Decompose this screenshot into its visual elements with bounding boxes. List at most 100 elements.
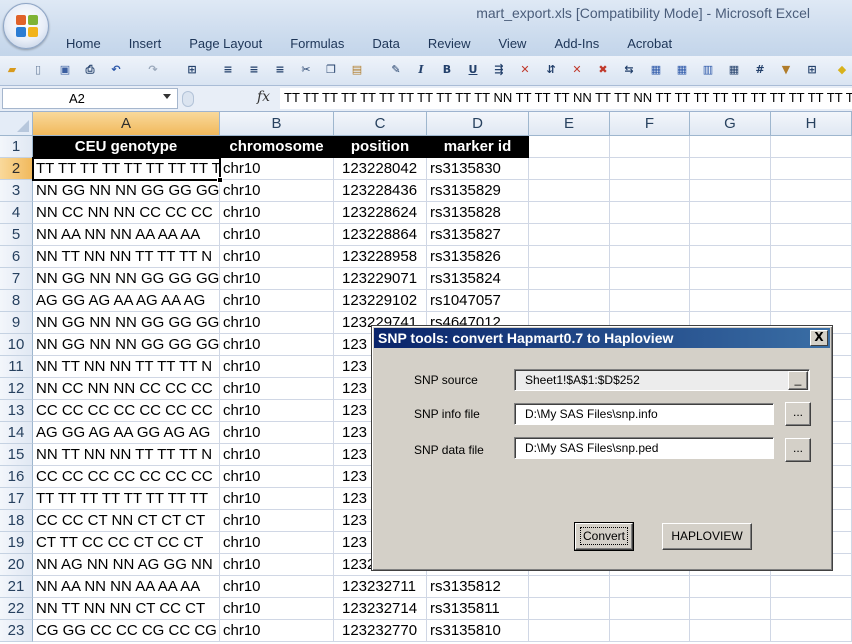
empty-cell[interactable]: [771, 246, 852, 268]
table-cell-genotype[interactable]: NN TT NN NN TT TT TT N: [33, 356, 220, 378]
table-cell-chromosome[interactable]: chr10: [220, 576, 334, 598]
align-right-icon[interactable]: ≡: [272, 62, 288, 78]
copy-icon[interactable]: ❐: [323, 62, 339, 78]
table-cell-position[interactable]: 123228624: [334, 202, 427, 224]
empty-cell[interactable]: [610, 576, 690, 598]
empty-cell[interactable]: [610, 202, 690, 224]
print-preview-icon[interactable]: ⎙: [82, 62, 98, 78]
row-header[interactable]: 22: [0, 598, 33, 620]
empty-cell[interactable]: [690, 202, 771, 224]
autofilter-icon[interactable]: ▼: [778, 62, 794, 78]
open-folder-icon[interactable]: ▰: [4, 62, 20, 78]
empty-cell[interactable]: [690, 246, 771, 268]
row-header[interactable]: 11: [0, 356, 33, 378]
table-cell-chromosome[interactable]: chr10: [220, 202, 334, 224]
new-document-icon[interactable]: ▯: [30, 62, 46, 78]
table-cell-position[interactable]: 123228436: [334, 180, 427, 202]
column-header-b[interactable]: B: [220, 112, 334, 136]
header-cell[interactable]: marker id: [427, 136, 529, 158]
save-icon[interactable]: ▣: [57, 62, 73, 78]
freeze-panes-icon[interactable]: ⊞: [804, 62, 820, 78]
tab-insert[interactable]: Insert: [115, 34, 176, 56]
empty-cell[interactable]: [771, 202, 852, 224]
table-cell-genotype[interactable]: TT TT TT TT TT TT TT TT: [33, 488, 220, 510]
table-cell-genotype[interactable]: NN TT NN NN TT TT TT N: [33, 444, 220, 466]
empty-cell[interactable]: [529, 224, 610, 246]
empty-cell[interactable]: [690, 180, 771, 202]
row-header[interactable]: 20: [0, 554, 33, 576]
empty-cell[interactable]: [690, 268, 771, 290]
table-cell-genotype[interactable]: NN AA NN NN AA AA AA: [33, 224, 220, 246]
name-box[interactable]: A2: [2, 88, 178, 109]
table-cell-genotype[interactable]: NN GG NN NN GG GG GG: [33, 180, 220, 202]
table-cell-genotype[interactable]: AG GG AG AA AG AA AG: [33, 290, 220, 312]
empty-cell[interactable]: [690, 620, 771, 642]
row-header[interactable]: 17: [0, 488, 33, 510]
insert-columns-icon[interactable]: ⇵: [543, 62, 559, 78]
column-header-a[interactable]: A: [33, 112, 220, 136]
table-icon[interactable]: ▦: [674, 62, 690, 78]
table-cell-chromosome[interactable]: chr10: [220, 422, 334, 444]
column-header-g[interactable]: G: [690, 112, 771, 136]
snp-data-file-input[interactable]: D:\My SAS Files\snp.ped: [514, 437, 774, 459]
header-cell[interactable]: chromosome: [220, 136, 334, 158]
tab-page-layout[interactable]: Page Layout: [175, 34, 276, 56]
table-cell-chromosome[interactable]: chr10: [220, 400, 334, 422]
dialog-title-bar[interactable]: SNP tools: convert Hapmart0.7 to Haplovi…: [374, 328, 830, 348]
chart-icon[interactable]: ▥: [700, 62, 716, 78]
empty-cell[interactable]: [610, 246, 690, 268]
empty-cell[interactable]: [529, 180, 610, 202]
empty-cell[interactable]: [610, 224, 690, 246]
close-button[interactable]: X: [810, 330, 828, 346]
empty-cell[interactable]: [690, 158, 771, 180]
table-cell-genotype[interactable]: CT TT CC CC CT CC CT: [33, 532, 220, 554]
table-cell-genotype[interactable]: CC CC CT NN CT CT CT: [33, 510, 220, 532]
empty-cell[interactable]: [610, 136, 690, 158]
tab-add-ins[interactable]: Add-Ins: [540, 34, 613, 56]
column-header-h[interactable]: H: [771, 112, 852, 136]
tab-acrobat[interactable]: Acrobat: [613, 34, 686, 56]
grid-icon[interactable]: ▦: [726, 62, 742, 78]
row-header[interactable]: 12: [0, 378, 33, 400]
empty-cell[interactable]: [771, 598, 852, 620]
haploview-button[interactable]: HAPLOVIEW: [662, 523, 752, 550]
empty-cell[interactable]: [529, 620, 610, 642]
table-cell-chromosome[interactable]: chr10: [220, 356, 334, 378]
empty-cell[interactable]: [610, 290, 690, 312]
empty-cell[interactable]: [690, 598, 771, 620]
table-cell-chromosome[interactable]: chr10: [220, 180, 334, 202]
table-cell-genotype[interactable]: NN CC NN NN CC CC CC: [33, 202, 220, 224]
select-all-corner[interactable]: [0, 112, 33, 136]
table-cell-genotype[interactable]: CC CC CC CC CC CC CC: [33, 466, 220, 488]
table-cell-marker[interactable]: rs3135824: [427, 268, 529, 290]
row-header[interactable]: 13: [0, 400, 33, 422]
insert-rows-icon[interactable]: ⇶: [491, 62, 507, 78]
row-header[interactable]: 1: [0, 136, 33, 158]
grid-icon[interactable]: #: [752, 62, 768, 78]
table-cell-position[interactable]: 123232711: [334, 576, 427, 598]
empty-cell[interactable]: [771, 268, 852, 290]
empty-cell[interactable]: [690, 136, 771, 158]
table-cell-genotype[interactable]: NN TT NN NN TT TT TT N: [33, 246, 220, 268]
table-cell-chromosome[interactable]: chr10: [220, 378, 334, 400]
row-header[interactable]: 2: [0, 158, 33, 180]
snp-source-input[interactable]: Sheet1!$A$1:$D$252: [514, 369, 810, 391]
table-cell-chromosome[interactable]: chr10: [220, 268, 334, 290]
cut-icon[interactable]: ✂: [298, 62, 314, 78]
table-cell-chromosome[interactable]: chr10: [220, 334, 334, 356]
italic-icon[interactable]: I: [413, 62, 429, 78]
snp-info-browse-button[interactable]: ...: [785, 402, 811, 426]
empty-cell[interactable]: [529, 290, 610, 312]
table-cell-genotype[interactable]: NN AG NN NN AG GG NN: [33, 554, 220, 576]
row-header[interactable]: 4: [0, 202, 33, 224]
table-cell-chromosome[interactable]: chr10: [220, 532, 334, 554]
empty-cell[interactable]: [529, 598, 610, 620]
table-cell-genotype[interactable]: NN CC NN NN CC CC CC: [33, 378, 220, 400]
formula-input[interactable]: TT TT TT TT TT TT TT TT TT TT TT NN TT T…: [280, 88, 852, 109]
table-cell-position[interactable]: 123229071: [334, 268, 427, 290]
empty-cell[interactable]: [610, 598, 690, 620]
fill-color-icon[interactable]: ◆: [834, 62, 850, 78]
row-header[interactable]: 5: [0, 224, 33, 246]
table-cell-genotype[interactable]: NN AA NN NN AA AA AA: [33, 576, 220, 598]
row-header[interactable]: 19: [0, 532, 33, 554]
